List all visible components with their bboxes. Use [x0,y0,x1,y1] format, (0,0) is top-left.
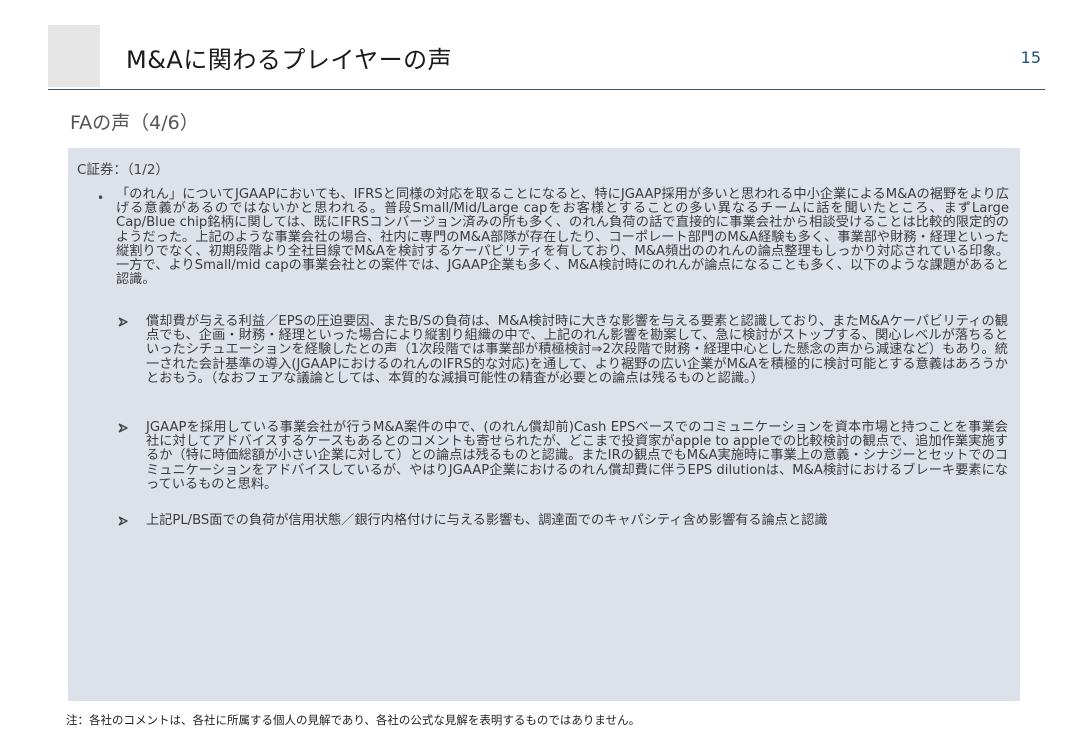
bullet-dot-icon: • [97,191,105,205]
arrow-bullet-icon [118,423,128,433]
arrow-bullet-icon [118,317,128,327]
footnote: 注：各社のコメントは、各社に所属する個人の見解であり、各社の公式な見解を表明する… [66,713,641,727]
sub-bullet-text: 上記PL/BS面での負荷が信用状態／銀行内格付けに与える影響も、調達面でのキャパ… [146,513,828,528]
content-panel: C証券：（1/2） • 「のれん」についてJGAAPにおいても、IFRSと同様の… [68,148,1020,701]
sub-bullet-text: JGAAPを採用している事業会社が行うM&A案件の中で、(のれん償却前)Cash… [146,420,1008,492]
page-number: 15 [1020,48,1041,67]
header-accent-box [48,25,100,87]
panel-heading: C証券：（1/2） [77,162,169,178]
page-title: M&Aに関わるプレイヤーの声 [126,46,453,74]
title-divider [48,89,1045,90]
section-subtitle: FAの声（4/6） [70,112,199,134]
main-bullet-text: 「のれん」についてJGAAPにおいても、IFRSと同様の対応を取ることになると、… [116,187,1009,288]
sub-bullet-text: 償却費が与える利益／EPSの圧迫要因、またB/Sの負荷は、M&A検討時に大きな影… [146,314,1008,386]
arrow-bullet-icon [118,516,128,526]
